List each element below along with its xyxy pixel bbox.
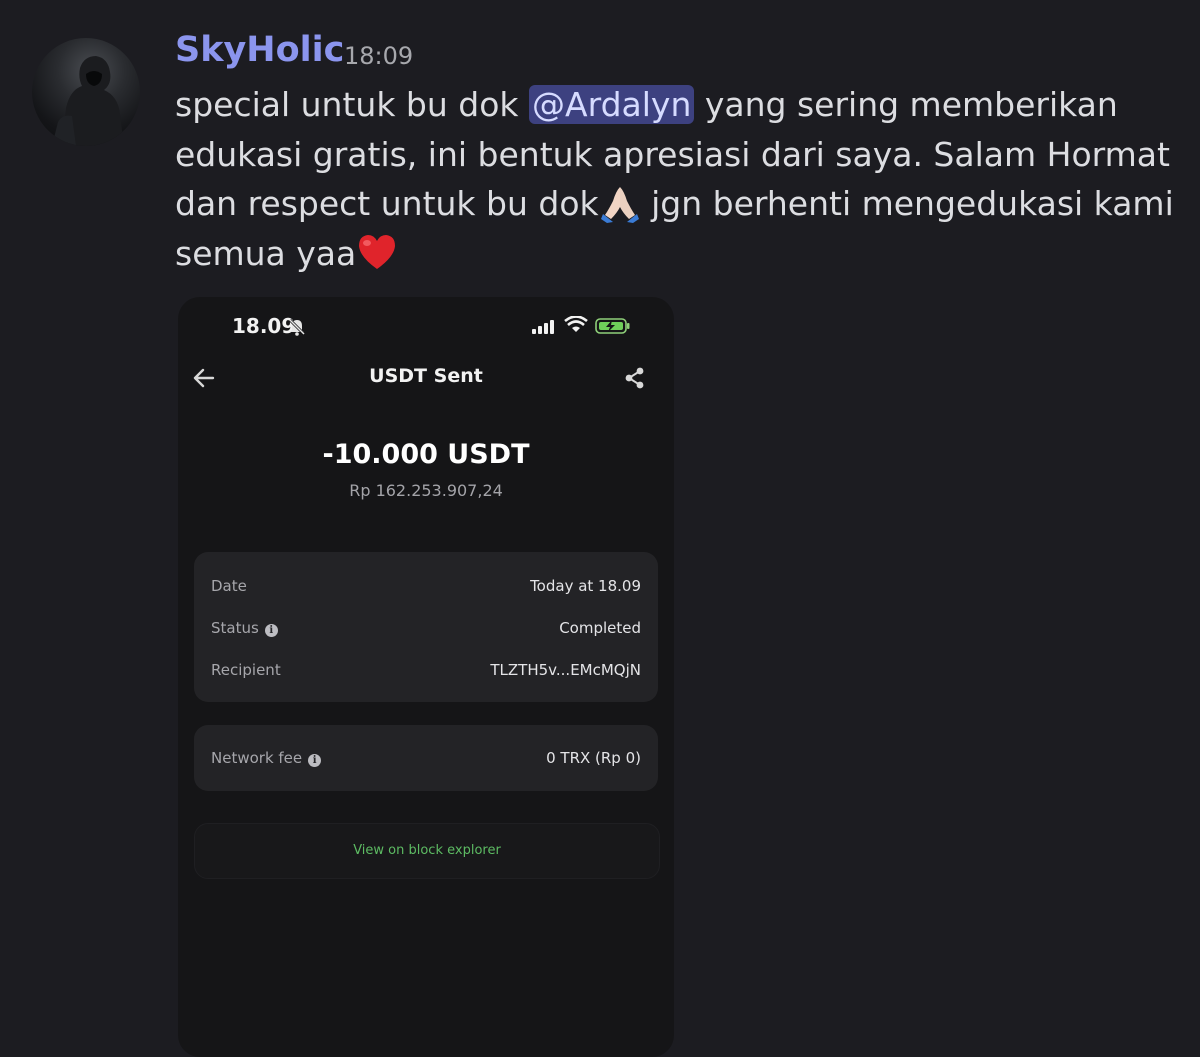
- detail-value[interactable]: TLZTH5v...EMcMQjN: [490, 658, 641, 682]
- detail-row-status: Status i Completed: [211, 616, 641, 640]
- status-bar-time: 18.09: [232, 314, 296, 338]
- view-block-explorer-button[interactable]: View on block explorer: [194, 823, 660, 879]
- message-text: special untuk bu dok: [175, 85, 530, 124]
- message-body: special untuk bu dok @Ardalyn yang serin…: [175, 80, 1175, 278]
- message-timestamp: 18:09: [344, 42, 414, 70]
- detail-row-fee: Network fee i 0 TRX (Rp 0): [211, 746, 641, 770]
- fiat-value: Rp 162.253.907,24: [349, 481, 503, 500]
- detail-label: Status: [211, 619, 259, 637]
- detail-label: Recipient: [211, 661, 281, 679]
- signal-icon: [532, 319, 558, 338]
- detail-row-date: Date Today at 18.09: [211, 574, 641, 598]
- transaction-details-card: Date Today at 18.09 Status i Completed Re…: [194, 552, 658, 702]
- detail-value: Completed: [559, 619, 641, 637]
- fee-value: 0 TRX (Rp 0): [546, 749, 641, 767]
- detail-label-wrap: Status i: [211, 616, 278, 640]
- user-avatar[interactable]: [32, 38, 140, 146]
- wifi-icon: [564, 315, 588, 338]
- info-icon[interactable]: i: [264, 624, 278, 637]
- fee-label: Network fee: [211, 749, 303, 767]
- detail-value: Today at 18.09: [530, 577, 641, 595]
- network-fee-card: Network fee i 0 TRX (Rp 0): [194, 725, 658, 791]
- transaction-amount: -10.000 USDT: [322, 439, 530, 470]
- share-icon[interactable]: [624, 367, 646, 393]
- detail-row-recipient: Recipient TLZTH5v...EMcMQjN: [211, 658, 641, 682]
- user-mention[interactable]: @Ardalyn: [529, 85, 695, 124]
- battery-charging-icon: [595, 317, 631, 339]
- fee-label-wrap: Network fee i: [211, 746, 322, 770]
- screen-title: USDT Sent: [369, 365, 483, 387]
- info-icon[interactable]: i: [308, 754, 322, 767]
- folded-hands-icon: [599, 181, 641, 223]
- detail-label: Date: [211, 577, 247, 595]
- transaction-screenshot[interactable]: 18.09 USDT Sent -10.000 USDT Rp 162.253.…: [178, 297, 674, 1057]
- red-heart-icon: [356, 231, 398, 273]
- message-username[interactable]: SkyHolic: [175, 30, 344, 70]
- bell-slash-icon: [288, 318, 306, 340]
